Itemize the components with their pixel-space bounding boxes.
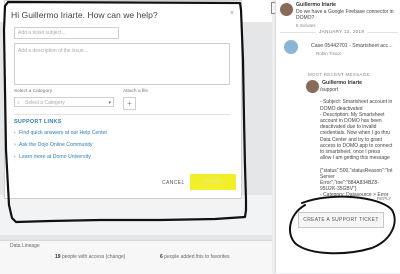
ink-annotation-overlay [2, 0, 396, 255]
ink-box-around-modal [2, 0, 248, 224]
ink-circle-around-create-ticket [288, 195, 396, 255]
